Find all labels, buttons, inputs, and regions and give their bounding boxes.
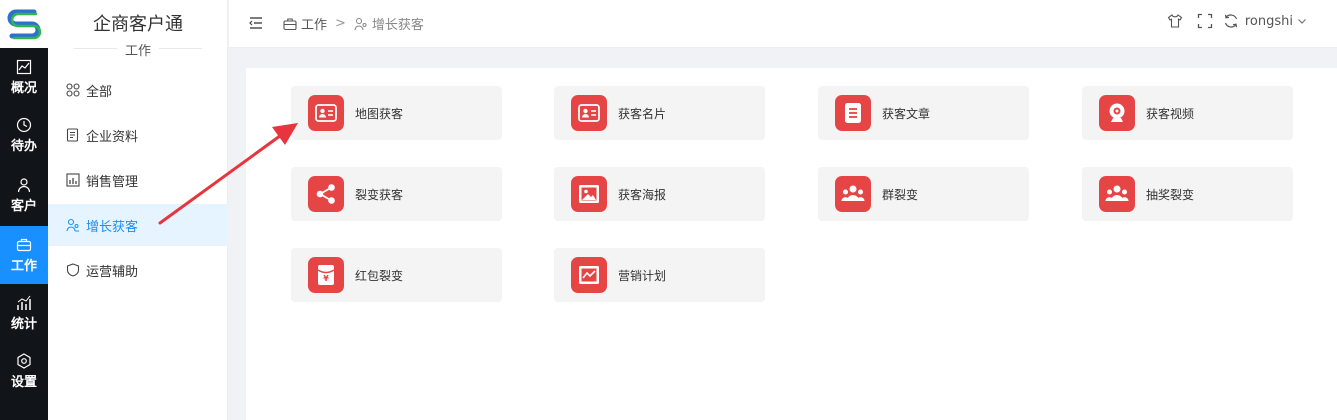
fullscreen-icon[interactable] [1197,13,1213,29]
rail-item-stats[interactable]: 统计 [0,284,48,342]
breadcrumb-item-current: 增长获客 [371,18,424,33]
card-label: 营销计划 [618,268,667,283]
sidebar-item-label: 企业资料 [86,129,139,145]
article-icon [835,95,871,131]
sidebar-item-all[interactable]: 全部 [48,69,228,111]
rail-item-customer[interactable]: 客户 [0,166,48,224]
rail-item-label: 统计 [10,316,37,332]
rail-item-work[interactable]: 工作 [0,226,48,284]
card-label: 群裂变 [882,187,919,202]
user-menu[interactable]: rongshi [1245,14,1293,29]
bar-chart-icon [17,295,31,310]
menu-fold-icon[interactable] [249,16,263,30]
card-label: 地图获客 [355,106,404,121]
card-label: 获客文章 [882,106,931,121]
section-title: 工作 [48,40,228,59]
card-label: 红包裂变 [355,268,404,283]
gear-icon [17,352,31,369]
sidebar-item-label: 销售管理 [86,174,139,190]
group-icon [835,176,871,212]
document-icon [66,128,79,142]
card-lottery-fission[interactable]: 抽奖裂变 [1082,167,1293,221]
breadcrumb-separator: > [335,16,346,31]
sidebar-item-label: 增长获客 [86,219,139,235]
card-marketing-plan[interactable]: 营销计划 [554,248,765,302]
refresh-icon[interactable] [1223,13,1239,29]
chevron-down-icon[interactable] [1297,16,1307,26]
rail-item-label: 工作 [10,258,37,274]
card-video[interactable]: 获客视频 [1082,86,1293,140]
card-label: 裂变获客 [355,187,404,202]
clock-icon [16,117,32,132]
card-map-acquire[interactable]: 地图获客 [291,86,502,140]
section-title-text: 工作 [116,44,159,59]
rail-item-label: 概况 [10,80,37,96]
card-poster[interactable]: 获客海报 [554,167,765,221]
tshirt-icon[interactable] [1167,13,1183,29]
user-icon [17,177,31,192]
breadcrumb: 工作 > 增长获客 [283,14,424,33]
rail-item-overview[interactable]: 概况 [0,48,48,106]
grid-icon [66,83,80,97]
sidebar-item-sales[interactable]: 销售管理 [48,159,228,201]
top-header: 工作 > 增长获客 rongshi [229,0,1337,48]
rail-item-label: 设置 [10,374,37,390]
main-content: 地图获客 获客名片 获客文章 获客视频 裂变获客 获客海报 群裂变 抽奖裂变 ¥… [246,68,1337,420]
users-icon [66,218,79,232]
app-logo[interactable] [0,0,48,48]
sidebar-item-label: 运营辅助 [86,264,139,280]
card-article[interactable]: 获客文章 [818,86,1029,140]
main-nav-rail: 概况 待办 客户 工作 统计 设置 [0,0,48,420]
users-icon [354,17,367,30]
sidebar-item-growth[interactable]: 增长获客 [48,204,228,246]
card-fission-acquire[interactable]: 裂变获客 [291,167,502,221]
card-red-envelope[interactable]: ¥ 红包裂变 [291,248,502,302]
shield-icon [66,263,80,277]
sales-chart-icon [66,173,80,187]
business-card-icon [571,95,607,131]
red-envelope-icon: ¥ [308,257,344,293]
marketing-plan-icon [571,257,607,293]
card-label: 获客海报 [618,187,667,202]
group-icon [1099,176,1135,212]
rail-item-label: 待办 [10,138,37,154]
card-business-card[interactable]: 获客名片 [554,86,765,140]
briefcase-icon [283,17,297,30]
logo-icon [7,9,42,40]
secondary-sidebar: 企商客户通 工作 全部 企业资料 销售管理 增长获客 运营辅助 [48,0,228,420]
card-label: 获客名片 [618,106,667,121]
sidebar-item-operations[interactable]: 运营辅助 [48,249,228,291]
header-actions: rongshi [1153,13,1307,29]
svg-text:¥: ¥ [323,274,329,283]
rail-item-todo[interactable]: 待办 [0,106,48,164]
rail-item-settings[interactable]: 设置 [0,342,48,400]
camera-icon [1099,95,1135,131]
sidebar-item-company-info[interactable]: 企业资料 [48,114,228,156]
briefcase-icon [16,238,32,251]
card-label: 获客视频 [1146,106,1195,121]
card-group-fission[interactable]: 群裂变 [818,167,1029,221]
breadcrumb-item-work[interactable]: 工作 [301,14,327,33]
share-icon [308,176,344,212]
id-card-icon [308,95,344,131]
app-title: 企商客户通 [93,14,183,35]
poster-icon [571,176,607,212]
trend-chart-icon [16,59,32,74]
sidebar-item-label: 全部 [86,84,113,100]
rail-item-label: 客户 [10,198,37,214]
card-label: 抽奖裂变 [1146,187,1195,202]
